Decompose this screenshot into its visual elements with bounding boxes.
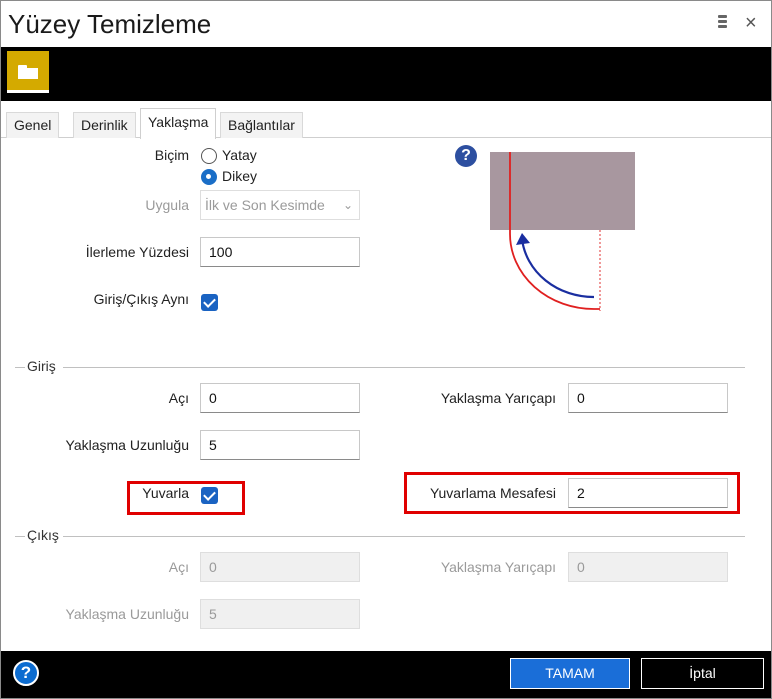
giris-cikis-ayni-label: Giriş/Çıkış Aynı <box>93 291 189 307</box>
giris-aci-input[interactable]: 0 <box>200 383 360 413</box>
radio-dikey-indicator[interactable] <box>201 169 217 185</box>
uygula-value: İlk ve Son Kesimde <box>205 197 325 213</box>
ilerleme-input[interactable]: 100 <box>200 237 360 267</box>
toolbar <box>1 47 771 101</box>
more-icon[interactable] <box>717 14 729 32</box>
tab-strip: Genel Derinlik Yaklaşma Bağlantılar <box>1 108 771 139</box>
radio-yatay-label: Yatay <box>222 147 257 163</box>
cikis-yaklasma-yaricapi-label: Yaklaşma Yarıçapı <box>440 559 556 575</box>
chevron-down-icon: ⌄ <box>342 198 353 212</box>
giris-yaklasma-uzunlugu-label: Yaklaşma Uzunluğu <box>65 437 189 453</box>
yuvarla-checkbox[interactable] <box>201 487 218 504</box>
footer-bar: ? TAMAM İptal <box>1 651 771 698</box>
tab-yaklasma[interactable]: Yaklaşma <box>140 108 217 139</box>
giris-yaklasma-yaricapi-label: Yaklaşma Yarıçapı <box>440 390 556 406</box>
direction-arrow <box>520 238 595 299</box>
dialog-window: Yüzey Temizleme × Genel Derinlik Yaklaşm… <box>0 0 772 699</box>
window-title: Yüzey Temizleme <box>8 9 212 39</box>
uygula-label: Uygula <box>145 197 189 213</box>
giris-section-header: Giriş <box>1 358 771 378</box>
yuvarla-label: Yuvarla <box>142 485 189 501</box>
cikis-yaklasma-uzunlugu-input: 5 <box>200 599 360 629</box>
cikis-yaklasma-uzunlugu-label: Yaklaşma Uzunluğu <box>65 606 189 622</box>
cikis-section-title: Çıkış <box>27 527 59 543</box>
help-icon[interactable]: ? <box>13 660 39 686</box>
folder-icon <box>18 65 38 79</box>
workpiece-block <box>490 152 635 230</box>
tab-baglantilar[interactable]: Bağlantılar <box>220 112 303 138</box>
title-bar: Yüzey Temizleme × <box>1 1 771 47</box>
bicim-label: Biçim <box>154 147 189 163</box>
arrow-head <box>516 233 530 245</box>
tab-genel[interactable]: Genel <box>6 112 60 138</box>
close-icon[interactable]: × <box>745 13 757 33</box>
ilerleme-label: İlerleme Yüzdesi <box>85 244 189 260</box>
uygula-select[interactable]: İlk ve Son Kesimde ⌄ <box>200 190 360 220</box>
yuvarlama-mesafesi-label: Yuvarlama Mesafesi <box>429 485 556 501</box>
cikis-section-header: Çıkış <box>1 527 771 547</box>
ok-button[interactable]: TAMAM <box>510 658 630 689</box>
tab-content: Biçim Yatay Dikey Uygula İlk ve Son Kesi… <box>1 139 771 649</box>
giris-yaklasma-uzunlugu-input[interactable]: 5 <box>200 430 360 460</box>
cikis-yaklasma-yaricapi-input: 0 <box>568 552 728 582</box>
cikis-aci-input: 0 <box>200 552 360 582</box>
help-icon[interactable]: ? <box>455 145 477 167</box>
tab-derinlik[interactable]: Derinlik <box>73 112 136 138</box>
cancel-button[interactable]: İptal <box>641 658 764 689</box>
folder-button[interactable] <box>7 51 49 93</box>
giris-section-title: Giriş <box>27 358 56 374</box>
yuvarlama-mesafesi-input[interactable]: 2 <box>568 478 728 508</box>
approach-preview-diagram <box>490 152 635 311</box>
giris-yaklasma-yaricapi-input[interactable]: 0 <box>568 383 728 413</box>
radio-yatay-indicator[interactable] <box>201 148 217 164</box>
cikis-aci-label: Açı <box>168 559 189 575</box>
giris-cikis-ayni-checkbox[interactable] <box>201 294 218 311</box>
giris-aci-label: Açı <box>168 390 189 406</box>
radio-dikey-label: Dikey <box>222 168 258 184</box>
